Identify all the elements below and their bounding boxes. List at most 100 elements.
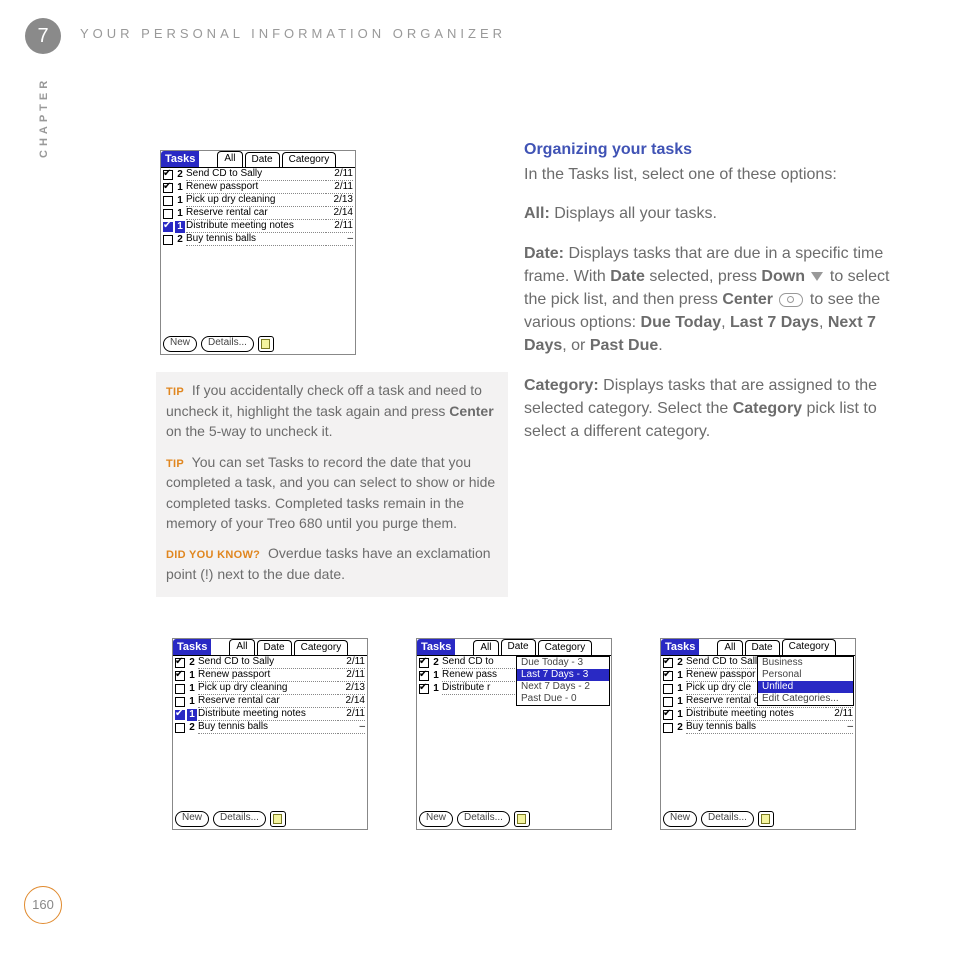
details-button[interactable]: Details... xyxy=(201,336,254,352)
task-checkbox[interactable] xyxy=(419,658,429,668)
task-checkbox[interactable] xyxy=(175,658,185,668)
tab-category[interactable]: Category xyxy=(782,639,837,655)
new-button[interactable]: New xyxy=(175,811,209,827)
task-row[interactable]: 1Renew passport2/11 xyxy=(163,181,353,194)
task-row[interactable]: 1Pick up dry cleaning2/13 xyxy=(175,682,365,695)
tab-category[interactable]: Category xyxy=(282,152,337,167)
tip1-text-a: If you accidentally check off a task and… xyxy=(166,382,482,419)
details-button[interactable]: Details... xyxy=(213,811,266,827)
tab-date[interactable]: Date xyxy=(745,640,780,655)
tip2-text: You can set Tasks to record the date tha… xyxy=(166,454,495,532)
dropdown-option[interactable]: Last 7 Days - 3 xyxy=(517,669,609,681)
task-checkbox[interactable] xyxy=(163,183,173,193)
task-row[interactable]: 2Buy tennis balls– xyxy=(663,721,853,734)
new-button[interactable]: New xyxy=(163,336,197,352)
category-dropdown[interactable]: BusinessPersonalUnfiledEdit Categories..… xyxy=(757,656,854,706)
task-row[interactable]: 1Distribute meeting notes2/11 xyxy=(663,708,853,721)
did-you-know-label: DID YOU KNOW? xyxy=(166,549,260,561)
task-checkbox[interactable] xyxy=(163,196,173,206)
details-button[interactable]: Details... xyxy=(701,811,754,827)
task-date: 2/13 xyxy=(337,682,365,695)
task-description: Distribute meeting notes xyxy=(186,220,324,233)
task-checkbox[interactable] xyxy=(663,671,673,681)
tab-all[interactable]: All xyxy=(473,640,498,655)
task-checkbox[interactable] xyxy=(175,710,185,720)
tab-date[interactable]: Date xyxy=(501,639,536,655)
task-date: 2/13 xyxy=(325,194,353,207)
tab-category[interactable]: Category xyxy=(294,640,349,655)
chapter-title: YOUR PERSONAL INFORMATION ORGANIZER xyxy=(80,26,506,41)
dropdown-option[interactable]: Past Due - 0 xyxy=(517,693,609,705)
note-icon[interactable] xyxy=(758,811,774,827)
task-checkbox[interactable] xyxy=(663,697,673,707)
dropdown-option[interactable]: Due Today - 3 xyxy=(517,657,609,669)
task-checkbox[interactable] xyxy=(175,684,185,694)
tasks-screenshot-category: Tasks All Date Category 2Send CD to Sall… xyxy=(660,638,856,830)
task-priority: 1 xyxy=(175,208,185,220)
task-priority: 1 xyxy=(175,195,185,207)
chapter-side-label: CHAPTER xyxy=(38,77,50,158)
task-priority: 1 xyxy=(187,670,197,682)
dropdown-option[interactable]: Unfiled xyxy=(758,681,853,693)
dropdown-option[interactable]: Next 7 Days - 2 xyxy=(517,681,609,693)
note-icon[interactable] xyxy=(258,336,274,352)
task-row[interactable]: 1Reserve rental car2/14 xyxy=(175,695,365,708)
task-description: Reserve rental car xyxy=(198,695,336,708)
note-icon[interactable] xyxy=(514,811,530,827)
tab-date[interactable]: Date xyxy=(245,152,280,167)
task-row[interactable]: 1Reserve rental car2/14 xyxy=(163,207,353,220)
tip-label: TIP xyxy=(166,386,184,398)
task-date: 2/11 xyxy=(337,708,365,721)
task-row[interactable]: 2Send CD to Sally2/11 xyxy=(163,168,353,181)
category-label: Category: xyxy=(524,377,599,394)
date-dropdown[interactable]: Due Today - 3Last 7 Days - 3Next 7 Days … xyxy=(516,656,610,706)
task-row[interactable]: 1Distribute meeting notes2/11 xyxy=(163,220,353,233)
body-column: Organizing your tasks In the Tasks list,… xyxy=(524,138,914,459)
task-row[interactable]: 2Buy tennis balls– xyxy=(175,721,365,734)
task-description: Send CD to Sally xyxy=(186,168,324,181)
task-checkbox[interactable] xyxy=(163,170,173,180)
task-checkbox[interactable] xyxy=(663,723,673,733)
new-button[interactable]: New xyxy=(419,811,453,827)
task-checkbox[interactable] xyxy=(175,697,185,707)
task-priority: 2 xyxy=(675,722,685,734)
task-row[interactable]: 2Buy tennis balls– xyxy=(163,233,353,246)
task-checkbox[interactable] xyxy=(163,222,173,232)
task-checkbox[interactable] xyxy=(175,723,185,733)
task-checkbox[interactable] xyxy=(163,209,173,219)
task-row[interactable]: 1Distribute meeting notes2/11 xyxy=(175,708,365,721)
task-description: Renew passport xyxy=(186,181,324,194)
task-date: 2/11 xyxy=(337,669,365,682)
intro-text: In the Tasks list, select one of these o… xyxy=(524,163,914,186)
palm-title: Tasks xyxy=(661,639,699,655)
task-row[interactable]: 1Pick up dry cleaning2/13 xyxy=(163,194,353,207)
tab-all[interactable]: All xyxy=(217,151,242,167)
tip-label: TIP xyxy=(166,458,184,470)
task-checkbox[interactable] xyxy=(163,235,173,245)
task-checkbox[interactable] xyxy=(663,710,673,720)
task-checkbox[interactable] xyxy=(663,684,673,694)
dropdown-option[interactable]: Business xyxy=(758,657,853,669)
palm-title: Tasks xyxy=(173,639,211,655)
task-checkbox[interactable] xyxy=(175,671,185,681)
dropdown-option[interactable]: Edit Categories... xyxy=(758,693,853,705)
tab-all[interactable]: All xyxy=(229,639,254,655)
task-date: 2/11 xyxy=(325,181,353,194)
task-priority: 1 xyxy=(187,683,197,695)
tab-date[interactable]: Date xyxy=(257,640,292,655)
note-icon[interactable] xyxy=(270,811,286,827)
task-checkbox[interactable] xyxy=(419,684,429,694)
tab-category[interactable]: Category xyxy=(538,640,593,655)
tab-all[interactable]: All xyxy=(717,640,742,655)
palm-title: Tasks xyxy=(161,151,199,167)
task-row[interactable]: 2Send CD to Sally2/11 xyxy=(175,656,365,669)
task-priority: 1 xyxy=(675,670,685,682)
task-priority: 2 xyxy=(431,657,441,669)
task-checkbox[interactable] xyxy=(419,671,429,681)
task-priority: 1 xyxy=(431,670,441,682)
details-button[interactable]: Details... xyxy=(457,811,510,827)
task-checkbox[interactable] xyxy=(663,658,673,668)
new-button[interactable]: New xyxy=(663,811,697,827)
dropdown-option[interactable]: Personal xyxy=(758,669,853,681)
task-row[interactable]: 1Renew passport2/11 xyxy=(175,669,365,682)
